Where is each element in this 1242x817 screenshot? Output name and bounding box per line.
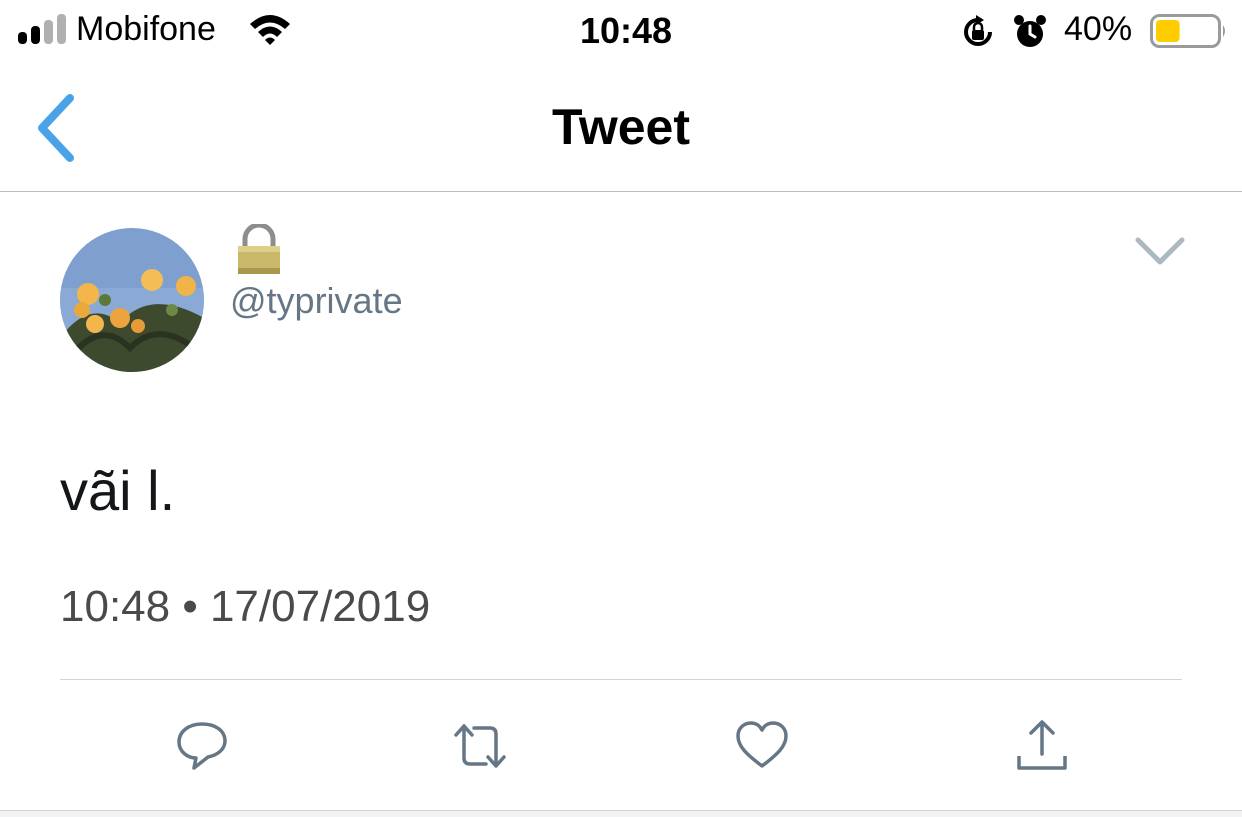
chevron-down-icon[interactable]	[1134, 236, 1186, 268]
user-handle[interactable]: @typrivate	[230, 280, 403, 322]
tab-bar-edge	[0, 811, 1242, 817]
navigation-bar: Tweet	[0, 66, 1242, 192]
status-bar: Mobifone 10:48 40%	[0, 0, 1242, 66]
battery-percentage: 40%	[1064, 10, 1133, 48]
divider	[60, 679, 1182, 680]
share-icon[interactable]	[1014, 718, 1070, 774]
status-time: 10:48	[579, 10, 673, 51]
heart-icon[interactable]	[734, 718, 790, 774]
avatar[interactable]	[60, 228, 204, 372]
alarm-icon	[1014, 15, 1046, 47]
tweet-timestamp: 10:48 • 17/07/2019	[60, 582, 431, 631]
orientation-lock-icon	[964, 15, 992, 46]
page-title: Tweet	[552, 99, 690, 155]
reply-icon[interactable]	[174, 718, 230, 774]
retweet-icon[interactable]	[452, 718, 508, 774]
battery-icon	[1150, 14, 1225, 48]
tweet-text: vãi l.	[60, 459, 176, 522]
avatar-image	[60, 228, 204, 372]
padlock-icon	[238, 224, 280, 274]
